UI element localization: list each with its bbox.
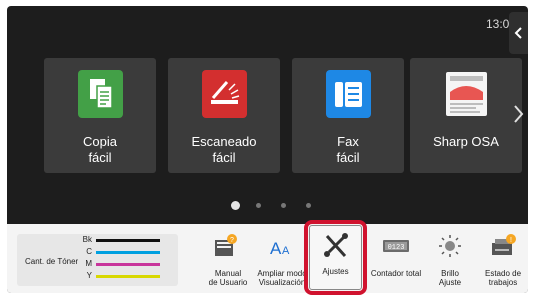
tile-sharp-osa[interactable]: Sharp OSA <box>410 58 522 173</box>
brillo-ajuste-button[interactable]: Brillo Ajuste <box>430 224 470 293</box>
toner-level-panel: Cant. de Tóner Bk C M Y <box>17 234 178 286</box>
svg-text:0123: 0123 <box>388 244 405 252</box>
tile-label: Escaneado fácil <box>191 134 257 165</box>
svg-text:A: A <box>282 245 290 257</box>
tile-label: Copia fácil <box>83 134 117 165</box>
svg-text:!: ! <box>510 237 512 244</box>
sharp-osa-document-icon <box>446 72 487 116</box>
home-screen: 13:08 Copia fácil Escaneado fácil Fax fá… <box>7 6 528 293</box>
scanner-icon <box>202 70 247 118</box>
chevron-right-icon[interactable] <box>513 104 525 124</box>
page-dot[interactable] <box>281 203 286 208</box>
bottom-bar: Cant. de Tóner Bk C M Y ? Manual de Usua… <box>7 224 528 293</box>
page-dot[interactable] <box>256 203 261 208</box>
toner-bar-bk <box>96 239 160 242</box>
page-dot[interactable] <box>306 203 311 208</box>
contador-total-button[interactable]: 0123 Contador total <box>371 224 421 293</box>
tile-fax-facil[interactable]: Fax fácil <box>292 58 404 173</box>
toner-bar-m <box>96 263 160 266</box>
page-dot-active[interactable] <box>231 201 240 210</box>
ampliar-modo-visualizacion-button[interactable]: A A Ampliar modo Visualización <box>257 224 306 293</box>
svg-text:A: A <box>270 239 282 258</box>
highlight-frame <box>304 220 367 295</box>
svg-text:?: ? <box>230 237 234 244</box>
brightness-sun-icon <box>439 235 461 257</box>
toner-bar-y <box>96 275 160 278</box>
toner-bar-c <box>96 251 160 254</box>
tile-copia-facil[interactable]: Copia fácil <box>44 58 156 173</box>
counter-icon: 0123 <box>383 240 409 252</box>
fax-phone-icon <box>326 70 371 118</box>
copy-document-icon <box>78 70 123 118</box>
tile-label: Fax fácil <box>336 134 360 165</box>
manual-de-usuario-button[interactable]: ? Manual de Usuario <box>205 224 251 293</box>
job-status-printer-icon: ! <box>492 234 516 255</box>
manual-book-icon: ? <box>215 234 237 256</box>
text-size-icon: A A <box>270 239 290 258</box>
tile-escaneado-facil[interactable]: Escaneado fácil <box>168 58 280 173</box>
chevron-left-icon <box>514 27 522 39</box>
toner-title: Cant. de Tóner <box>25 257 79 266</box>
side-panel-tab[interactable] <box>509 12 528 54</box>
estado-de-trabajos-button[interactable]: ! Estado de trabajos <box>481 224 525 293</box>
tile-label: Sharp OSA <box>433 134 499 149</box>
